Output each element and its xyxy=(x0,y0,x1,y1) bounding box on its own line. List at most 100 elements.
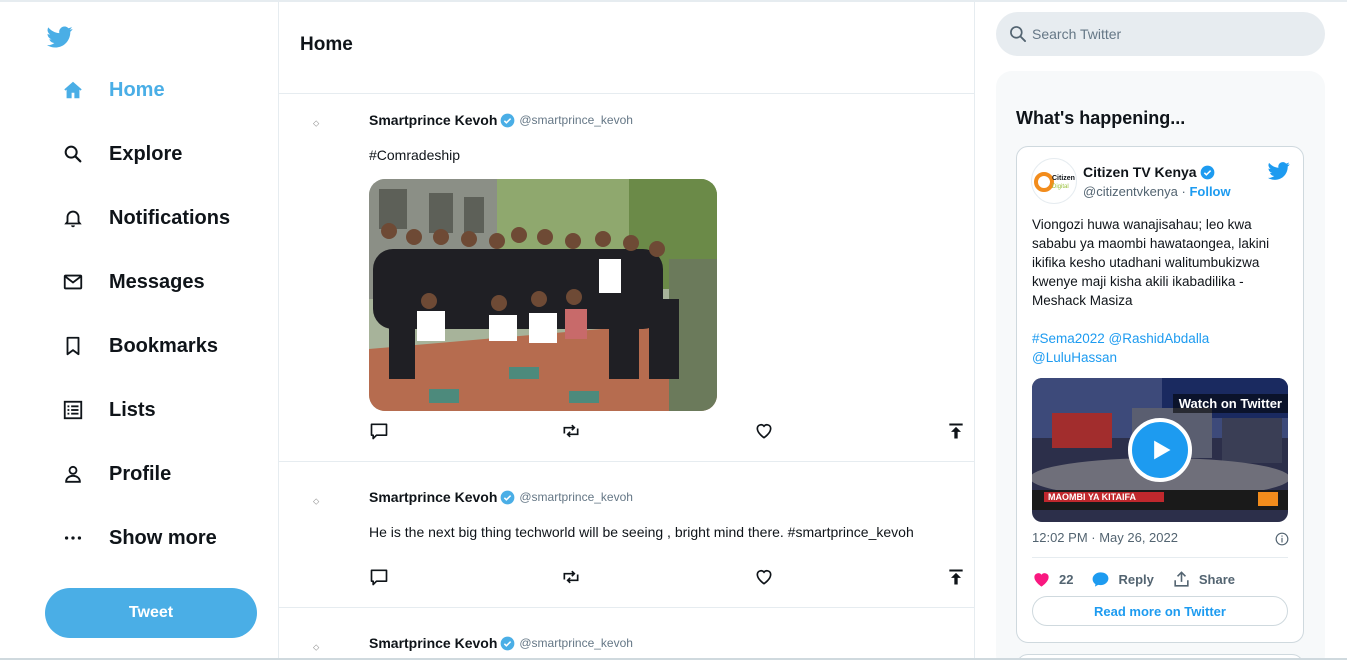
sidebar-item-label: Home xyxy=(109,78,165,101)
follow-link[interactable]: Follow xyxy=(1189,184,1230,199)
sidebar-item-profile[interactable]: Profile xyxy=(62,454,171,494)
tweet-photo[interactable] xyxy=(369,179,717,411)
twitter-bird-icon[interactable] xyxy=(46,24,74,50)
embed-author-handle[interactable]: @citizentvkenya xyxy=(1083,184,1178,199)
embed-timestamp[interactable]: 12:02 PM · May 26, 2022 xyxy=(1032,530,1178,545)
tweet-actions xyxy=(369,421,963,445)
tweet-text: #Comradeship xyxy=(369,147,461,163)
author-name[interactable]: Smartprince Kevoh xyxy=(369,489,497,505)
tweet-actions xyxy=(369,567,963,591)
reply-button[interactable]: Reply xyxy=(1091,570,1154,589)
avatar-text-digital: Digital xyxy=(1052,184,1069,190)
share-icon[interactable] xyxy=(946,567,968,589)
author-handle[interactable]: @smartprince_kevoh xyxy=(519,113,633,127)
retweet-icon[interactable] xyxy=(561,567,583,589)
tweet-header: Smartprince Kevoh @smartprince_kevoh xyxy=(369,489,633,505)
timeline-header: Home xyxy=(279,2,974,94)
play-button[interactable] xyxy=(1128,418,1192,482)
like-button[interactable]: 22 xyxy=(1032,570,1073,589)
avatar[interactable]: ⬦ xyxy=(313,642,319,653)
sidebar-item-label: Profile xyxy=(109,462,172,485)
heart-icon xyxy=(1034,572,1049,587)
embed-video[interactable]: MAOMBI YA KITAIFA Watch on Twitter xyxy=(1032,378,1288,522)
verified-badge-icon xyxy=(501,636,515,650)
sidebar-item-messages[interactable]: Messages xyxy=(62,262,205,302)
bookmark-icon xyxy=(62,334,92,358)
author-handle[interactable]: @smartprince_kevoh xyxy=(519,636,633,650)
play-icon xyxy=(1154,440,1171,460)
reply-bubble-icon xyxy=(1093,571,1109,587)
verified-badge-icon xyxy=(501,113,515,127)
like-icon[interactable] xyxy=(754,567,776,589)
avatar-text-citizen: Citizen xyxy=(1052,175,1075,182)
verified-badge-icon xyxy=(501,490,515,504)
home-icon xyxy=(62,78,92,102)
more-icon xyxy=(62,526,92,550)
main-timeline: Home ⬦ Smartprince Kevoh @smartprince_ke… xyxy=(278,2,975,660)
tweet[interactable]: ⬦ Smartprince Kevoh @smartprince_kevoh #… xyxy=(279,94,974,462)
person-icon xyxy=(62,462,92,486)
author-name[interactable]: Smartprince Kevoh xyxy=(369,112,497,128)
author-handle[interactable]: @smartprince_kevoh xyxy=(519,490,633,504)
retweet-icon[interactable] xyxy=(561,421,583,443)
avatar[interactable]: Citizen Digital xyxy=(1031,158,1077,204)
share-label: Share xyxy=(1198,571,1236,587)
separator-dot: · xyxy=(1181,184,1186,199)
reply-icon[interactable] xyxy=(369,421,391,443)
tweet-header: Smartprince Kevoh @smartprince_kevoh xyxy=(369,635,633,651)
embed-actions: 22 Reply Share xyxy=(1032,568,1253,590)
tweet-header: Smartprince Kevoh @smartprince_kevoh xyxy=(369,112,633,128)
embed-author[interactable]: Citizen TV Kenya xyxy=(1083,164,1215,180)
search-bar[interactable] xyxy=(996,12,1325,56)
list-icon xyxy=(62,398,92,422)
share-icon[interactable] xyxy=(946,421,968,443)
info-icon[interactable] xyxy=(1275,532,1289,546)
search-input[interactable] xyxy=(1032,23,1302,45)
embed-subline: @citizentvkenya · Follow xyxy=(1083,184,1231,199)
twitter-bird-icon[interactable] xyxy=(1267,160,1291,182)
reply-icon[interactable] xyxy=(369,567,391,589)
sidebar-item-explore[interactable]: Explore xyxy=(62,134,182,174)
tweet[interactable]: ⬦ Smartprince Kevoh @smartprince_kevoh H… xyxy=(279,462,974,608)
share-icon xyxy=(1174,570,1189,587)
embedded-tweet[interactable]: Citizen Digital Citizen TV Kenya @citize… xyxy=(1016,146,1304,643)
sidebar-item-label: Show more xyxy=(109,526,217,549)
avatar[interactable]: ⬦ xyxy=(313,496,319,507)
sidebar-item-label: Explore xyxy=(109,142,183,165)
embed-tweet-text: Viongozi huwa wanajisahau; leo kwa sabab… xyxy=(1032,217,1270,308)
sidebar-item-label: Lists xyxy=(109,398,156,421)
sidebar-item-home[interactable]: Home xyxy=(62,70,165,110)
share-button[interactable]: Share xyxy=(1172,570,1235,589)
sidebar-item-bookmarks[interactable]: Bookmarks xyxy=(62,326,218,366)
sidebar-item-show-more[interactable]: Show more xyxy=(62,518,217,558)
watch-on-twitter-label[interactable]: Watch on Twitter xyxy=(1172,394,1288,413)
verified-badge-icon xyxy=(1200,165,1214,179)
group-photo-image xyxy=(369,179,717,411)
embed-author-name: Citizen TV Kenya xyxy=(1083,164,1197,180)
sidebar-item-lists[interactable]: Lists xyxy=(62,390,156,430)
video-caption: MAOMBI YA KITAIFA xyxy=(1048,492,1137,502)
tweet[interactable]: ⬦ Smartprince Kevoh @smartprince_kevoh xyxy=(279,608,974,660)
bell-icon xyxy=(62,206,92,230)
sidebar-item-label: Notifications xyxy=(109,206,231,229)
author-name[interactable]: Smartprince Kevoh xyxy=(369,635,497,651)
divider xyxy=(1032,557,1288,558)
sidebar-item-notifications[interactable]: Notifications xyxy=(62,198,230,238)
tweet-text: He is the next big thing techworld will … xyxy=(369,524,914,540)
sidebar-item-label: Messages xyxy=(109,270,205,293)
reply-label: Reply xyxy=(1118,571,1154,587)
trends-panel: What's happening... Citizen Digital Citi… xyxy=(996,71,1325,660)
page-title: Home xyxy=(300,33,353,55)
search-icon xyxy=(1010,26,1026,42)
sidebar: Home Explore Notifications Messages Book… xyxy=(0,0,278,660)
read-more-button[interactable]: Read more on Twitter xyxy=(1032,596,1288,626)
like-icon[interactable] xyxy=(754,421,776,443)
like-count: 22 xyxy=(1059,571,1074,587)
search-icon xyxy=(62,142,92,166)
envelope-icon xyxy=(62,270,92,294)
avatar[interactable]: ⬦ xyxy=(313,118,319,129)
tweet-button[interactable]: Tweet xyxy=(45,588,257,638)
trends-title: What's happening... xyxy=(1016,108,1186,128)
sidebar-item-label: Bookmarks xyxy=(109,334,218,357)
embed-hashtags[interactable]: #Sema2022 @RashidAbdalla @LuluHassan xyxy=(1032,329,1290,367)
